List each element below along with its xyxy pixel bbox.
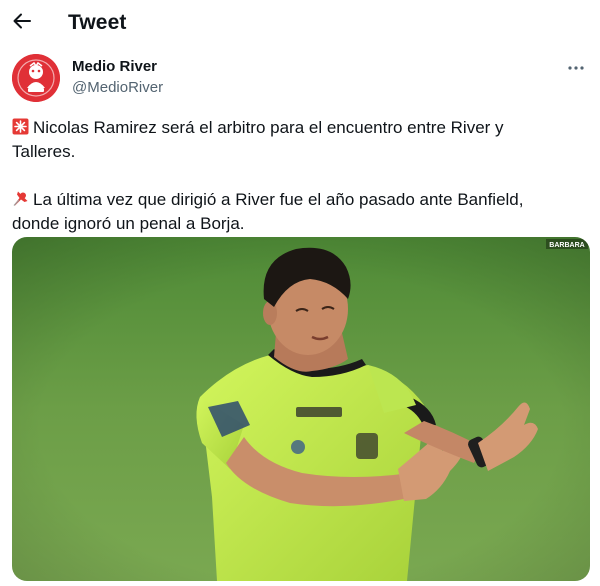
police-light-icon bbox=[12, 118, 29, 135]
medio-river-logo-icon bbox=[12, 54, 60, 102]
tweet-line: donde ignoró un penal a Borja. bbox=[12, 214, 245, 233]
more-options-button[interactable] bbox=[564, 58, 588, 78]
avatar[interactable] bbox=[12, 54, 60, 102]
tweet-paragraph: Nicolas Ramirez será el arbitro para el … bbox=[12, 116, 572, 164]
tweet-page: Tweet Medio River @MedioRiver Nicolas Ra… bbox=[0, 0, 600, 586]
pushpin-icon bbox=[13, 191, 28, 206]
tweet-author: Medio River @MedioRiver bbox=[12, 52, 588, 106]
tweet-line: Nicolas Ramirez será el arbitro para el … bbox=[33, 118, 504, 137]
tweet-photo[interactable]: BARBARA bbox=[12, 237, 590, 581]
arrow-left-icon bbox=[13, 13, 31, 29]
tweet-line: Talleres. bbox=[12, 142, 76, 161]
author-handle[interactable]: @MedioRiver bbox=[72, 79, 163, 97]
page-title: Tweet bbox=[68, 11, 127, 34]
photo-referee-gesture-icon: BARBARA bbox=[12, 237, 590, 581]
tweet-line: La última vez que dirigió a River fue el… bbox=[33, 190, 524, 209]
tweet-paragraph: La última vez que dirigió a River fue el… bbox=[12, 188, 572, 236]
back-button[interactable] bbox=[9, 6, 35, 36]
photo-watermark: BARBARA bbox=[549, 242, 584, 249]
more-horizontal-icon bbox=[568, 66, 584, 70]
page-header: Tweet bbox=[0, 0, 600, 46]
author-display-name[interactable]: Medio River bbox=[72, 58, 157, 76]
tweet-text: Nicolas Ramirez será el arbitro para el … bbox=[12, 116, 572, 236]
